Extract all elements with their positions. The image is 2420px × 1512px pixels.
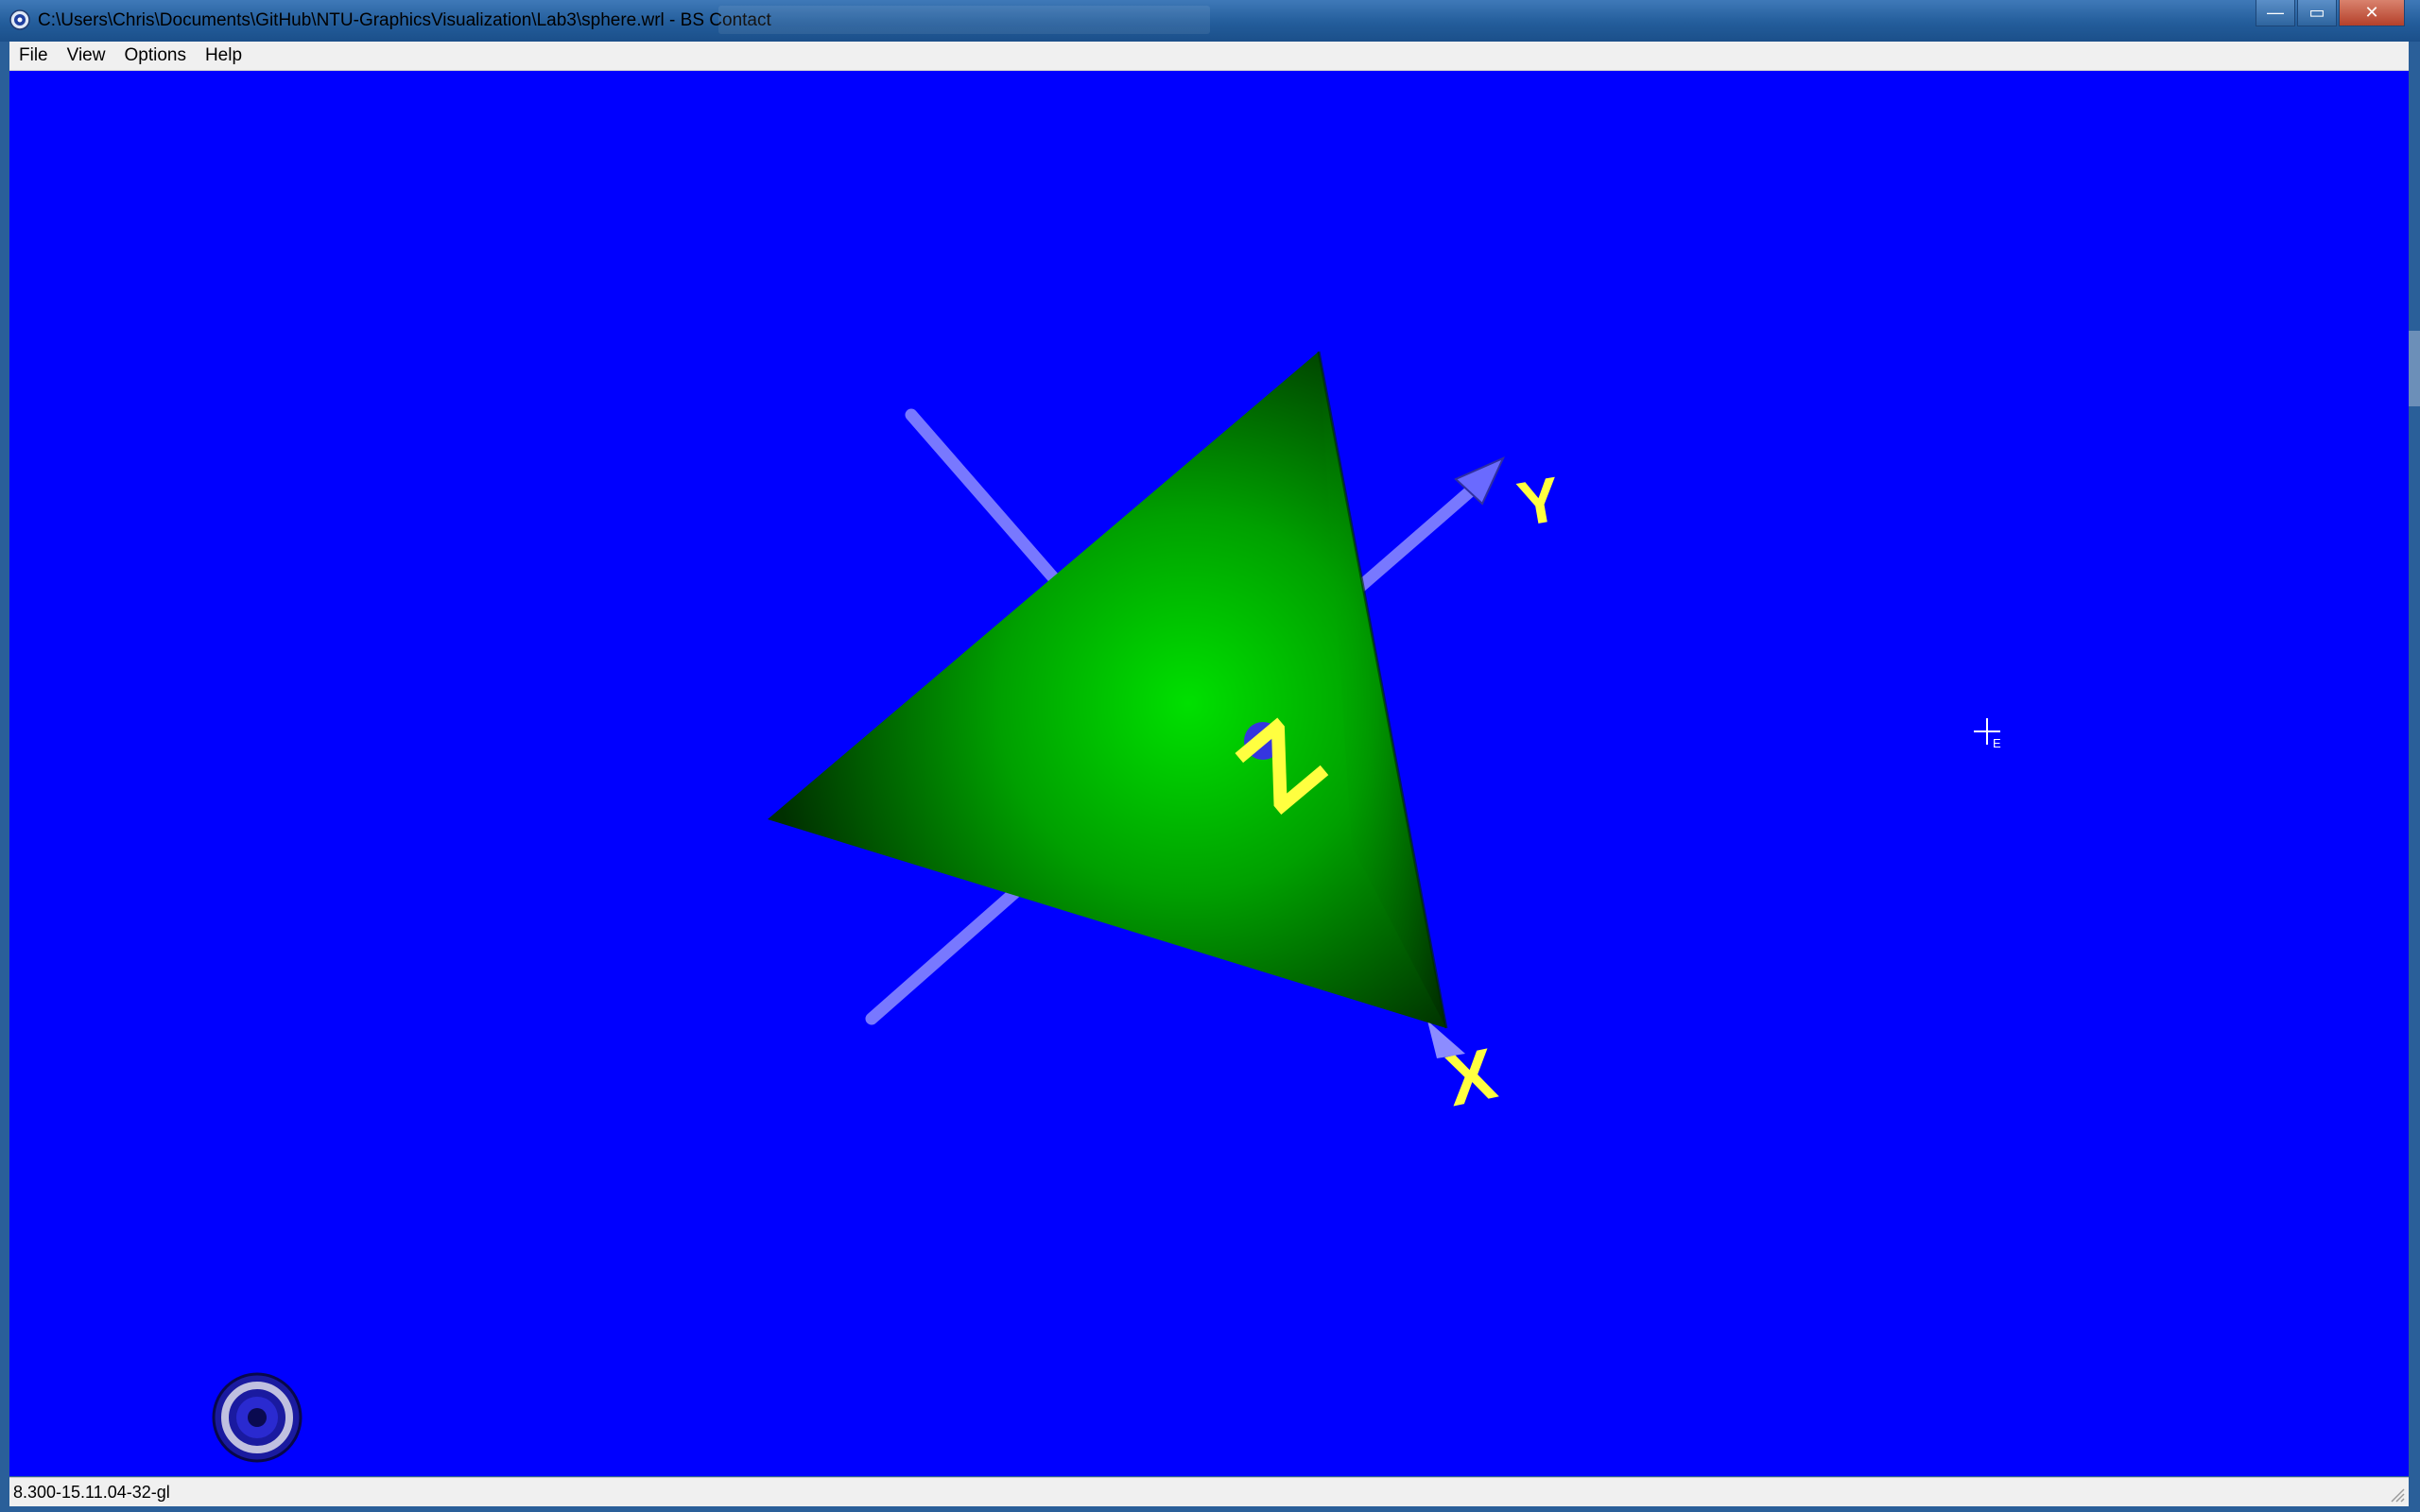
status-text: 8.300-15.11.04-32-gl bbox=[13, 1483, 170, 1502]
close-button[interactable]: ✕ bbox=[2339, 0, 2405, 26]
x-axis-label: X bbox=[1440, 1033, 1504, 1122]
window-controls: — ▭ ✕ bbox=[2256, 0, 2405, 28]
scene-canvas[interactable]: Z Y X bbox=[9, 71, 2409, 1476]
status-bar: 8.300-15.11.04-32-gl bbox=[9, 1477, 2409, 1506]
z-axis-upper bbox=[905, 408, 1060, 584]
maximize-button[interactable]: ▭ bbox=[2297, 0, 2337, 26]
z-axis-lower bbox=[865, 886, 1021, 1025]
vrml-viewport[interactable]: Z Y X E bbox=[9, 71, 2409, 1476]
y-axis-shaft bbox=[1355, 485, 1477, 593]
aero-glass-region bbox=[718, 6, 1210, 34]
app-window: C:\Users\Chris\Documents\GitHub\NTU-Grap… bbox=[0, 0, 2420, 1512]
frame-highlight bbox=[2409, 331, 2420, 406]
svg-text:E: E bbox=[1993, 736, 2001, 750]
title-bar[interactable]: C:\Users\Chris\Documents\GitHub\NTU-Grap… bbox=[0, 0, 2420, 42]
menu-file[interactable]: File bbox=[9, 45, 58, 66]
y-axis-label: Y bbox=[1512, 463, 1565, 540]
window-frame-right bbox=[2409, 71, 2420, 1476]
menu-bar: File View Options Help bbox=[9, 42, 2409, 71]
minimize-button[interactable]: — bbox=[2256, 0, 2295, 26]
bs-contact-icon bbox=[9, 9, 30, 30]
maximize-icon: ▭ bbox=[2308, 3, 2325, 22]
close-icon: ✕ bbox=[2364, 3, 2379, 22]
minimize-icon: — bbox=[2267, 3, 2284, 22]
examine-cursor-icon: E bbox=[1974, 718, 2001, 750]
menu-help[interactable]: Help bbox=[196, 45, 251, 66]
resize-grip-icon[interactable] bbox=[2388, 1486, 2405, 1503]
window-title: C:\Users\Chris\Documents\GitHub\NTU-Grap… bbox=[38, 10, 771, 30]
navigation-target-icon[interactable] bbox=[210, 1370, 304, 1465]
menu-view[interactable]: View bbox=[58, 45, 115, 66]
menu-options[interactable]: Options bbox=[114, 45, 195, 66]
